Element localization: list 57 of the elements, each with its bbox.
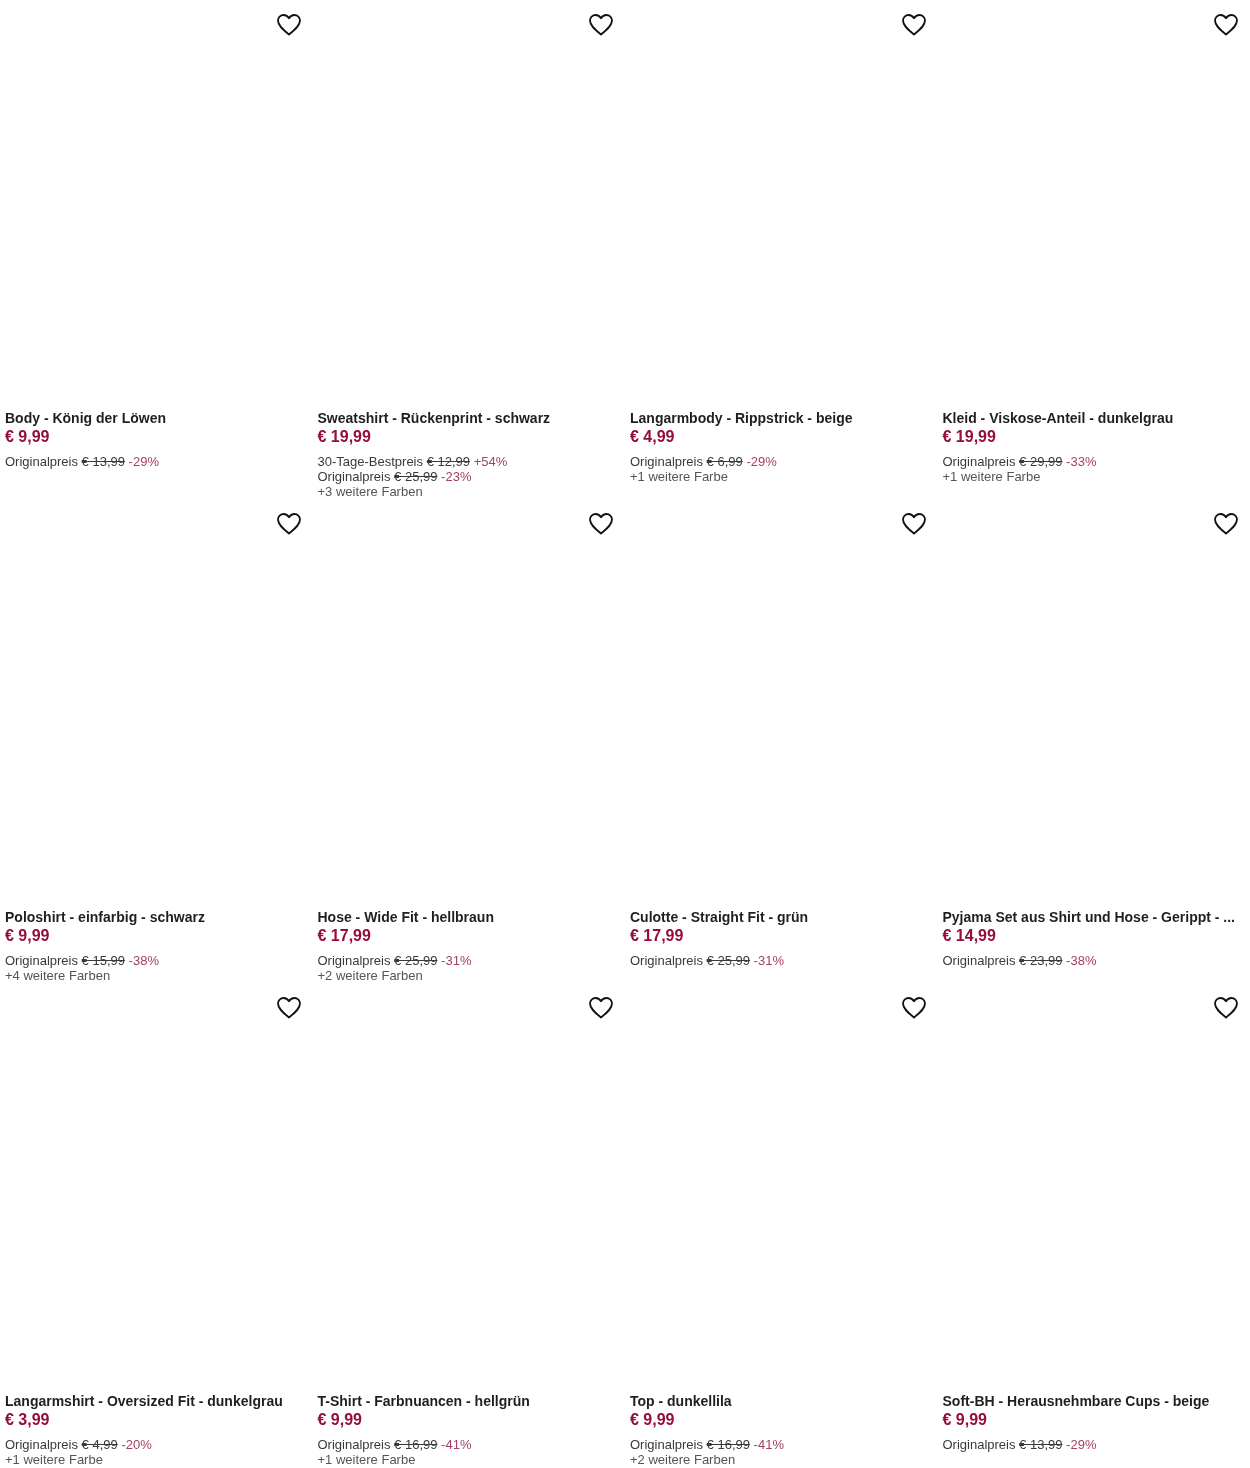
price-info-line: Originalpreis € 13,99 -29%: [5, 454, 159, 469]
product-title: Poloshirt - einfarbig - schwarz: [5, 908, 206, 927]
price-info-line: Originalpreis € 13,99 -29%: [942, 1437, 1097, 1452]
color-count: +3 weitere Farben: [317, 484, 423, 499]
heart-icon[interactable]: [901, 14, 926, 36]
color-count: +1 weitere Farbe: [942, 469, 1041, 484]
sale-price: € 14,99: [942, 927, 996, 945]
heart-icon[interactable]: [901, 997, 926, 1019]
price-info-line: 30-Tage-Bestpreis € 12,99 +54%: [317, 454, 508, 469]
sale-price: € 9,99: [942, 1411, 987, 1429]
heart-icon[interactable]: [589, 14, 613, 36]
sale-price: € 4,99: [630, 428, 675, 446]
price-info-line: Originalpreis € 6,99 -29%: [630, 454, 777, 469]
product-title: Langarmshirt - Oversized Fit - dunkelgrau: [5, 1392, 284, 1411]
product-title: Pyjama Set aus Shirt und Hose - Gerippt - ...: [942, 908, 1236, 927]
product-title: Culotte - Straight Fit - grün: [630, 908, 810, 927]
sale-price: € 9,99: [317, 1411, 362, 1429]
product-title: Sweatshirt - Rückenprint - schwarz: [317, 409, 552, 428]
sale-price: € 9,99: [5, 927, 50, 945]
price-info-line: Originalpreis € 25,99 -31%: [630, 953, 784, 968]
product-title: T-Shirt - Farbnuancen - hellgrün: [317, 1392, 531, 1411]
sale-price: € 17,99: [317, 927, 371, 945]
heart-icon[interactable]: [1214, 513, 1238, 535]
color-count: +2 weitere Farben: [317, 968, 423, 983]
price-info-line: Originalpreis € 4,99 -20%: [5, 1437, 152, 1452]
product-title: Soft-BH - Herausnehmbare Cups - beige: [942, 1392, 1211, 1411]
price-info-line: Originalpreis € 23,99 -38%: [942, 953, 1097, 968]
heart-icon[interactable]: [589, 997, 613, 1019]
price-info-line: Originalpreis € 15,99 -38%: [5, 953, 159, 968]
sale-price: € 3,99: [5, 1411, 50, 1429]
sale-price: € 9,99: [5, 428, 50, 446]
product-title: Langarmbody - Rippstrick - beige: [630, 409, 854, 428]
product-title: Kleid - Viskose-Anteil - dunkelgrau: [942, 409, 1175, 428]
color-count: +4 weitere Farben: [5, 968, 111, 983]
price-info-line: Originalpreis € 16,99 -41%: [630, 1437, 784, 1452]
price-info-line: Originalpreis € 25,99 -31%: [317, 953, 472, 968]
color-count: +1 weitere Farbe: [5, 1452, 103, 1467]
price-info-line: Originalpreis € 29,99 -33%: [942, 454, 1097, 469]
price-info-line: Originalpreis € 25,99 -23%: [317, 469, 472, 484]
heart-icon[interactable]: [276, 513, 301, 535]
heart-icon[interactable]: [589, 513, 613, 535]
product-title: Top - dunkellila: [630, 1392, 733, 1411]
heart-icon[interactable]: [901, 513, 926, 535]
sale-price: € 9,99: [630, 1411, 675, 1429]
sale-price: € 19,99: [317, 428, 371, 446]
product-title: Hose - Wide Fit - hellbraun: [317, 908, 495, 927]
heart-icon[interactable]: [276, 14, 301, 36]
heart-icon[interactable]: [1214, 14, 1238, 36]
color-count: +1 weitere Farbe: [317, 1452, 416, 1467]
heart-icon[interactable]: [1214, 997, 1238, 1019]
heart-icon[interactable]: [276, 997, 301, 1019]
price-info-line: Originalpreis € 16,99 -41%: [317, 1437, 472, 1452]
color-count: +1 weitere Farbe: [630, 469, 728, 484]
color-count: +2 weitere Farben: [630, 1452, 736, 1467]
sale-price: € 17,99: [630, 927, 684, 945]
product-title: Body - König der Löwen: [5, 409, 167, 428]
sale-price: € 19,99: [942, 428, 996, 446]
